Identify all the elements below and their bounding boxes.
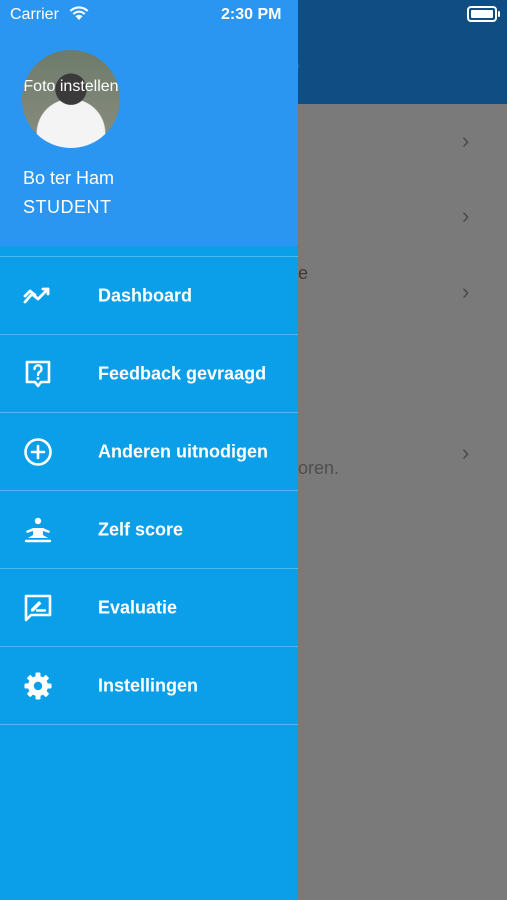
menu-item-invite-others[interactable]: Anderen uitnodigen: [0, 412, 298, 490]
chevron-right-icon[interactable]: ›: [462, 281, 476, 303]
status-bar: Carrier 2:30 PM: [0, 0, 298, 30]
menu-item-settings[interactable]: Instellingen: [0, 646, 298, 725]
user-role: STUDENT: [23, 197, 112, 217]
menu-item-evaluation[interactable]: Evaluatie: [0, 568, 298, 646]
menu-item-self-score[interactable]: Zelf score: [0, 490, 298, 568]
rate-review-icon: [24, 594, 52, 621]
set-photo-label[interactable]: Foto instellen: [22, 76, 120, 98]
menu-item-label: Feedback gevraagd: [98, 363, 267, 383]
chevron-right-icon[interactable]: ›: [462, 130, 476, 152]
plus-circle-icon: [24, 437, 52, 466]
meditation-icon: [24, 517, 52, 542]
question-bubble-icon: [25, 360, 51, 387]
wifi-icon: [69, 6, 89, 20]
menu-item-label: Anderen uitnodigen: [98, 441, 268, 461]
chevron-right-icon[interactable]: ›: [462, 205, 476, 227]
navigation-drawer: Carrier 2:30 PM Foto instellen Bo ter Ha…: [0, 0, 298, 900]
user-name: Bo ter Ham: [23, 168, 115, 188]
menu-item-dashboard[interactable]: Dashboard: [0, 256, 298, 334]
list-item-text: e: [298, 263, 309, 283]
menu-item-label: Instellingen: [98, 675, 199, 695]
chevron-right-icon[interactable]: ›: [462, 442, 476, 464]
menu-item-label: Dashboard: [98, 285, 193, 305]
menu-item-label: Zelf score: [98, 519, 184, 539]
drawer-menu: Dashboard Feedback gevraagd Anderen uitn…: [0, 256, 298, 725]
drawer-header: Carrier 2:30 PM Foto instellen Bo ter Ha…: [0, 0, 298, 246]
avatar[interactable]: Foto instellen: [22, 50, 120, 148]
carrier-label: Carrier: [10, 6, 59, 23]
menu-item-feedback-requested[interactable]: Feedback gevraagd: [0, 334, 298, 412]
status-time: 2:30 PM: [221, 6, 282, 23]
menu-item-label: Evaluatie: [98, 597, 178, 617]
trend-icon: [23, 287, 50, 303]
battery-icon: [467, 6, 500, 22]
gear-icon: [24, 672, 52, 699]
list-item-text: oren.: [298, 458, 340, 478]
